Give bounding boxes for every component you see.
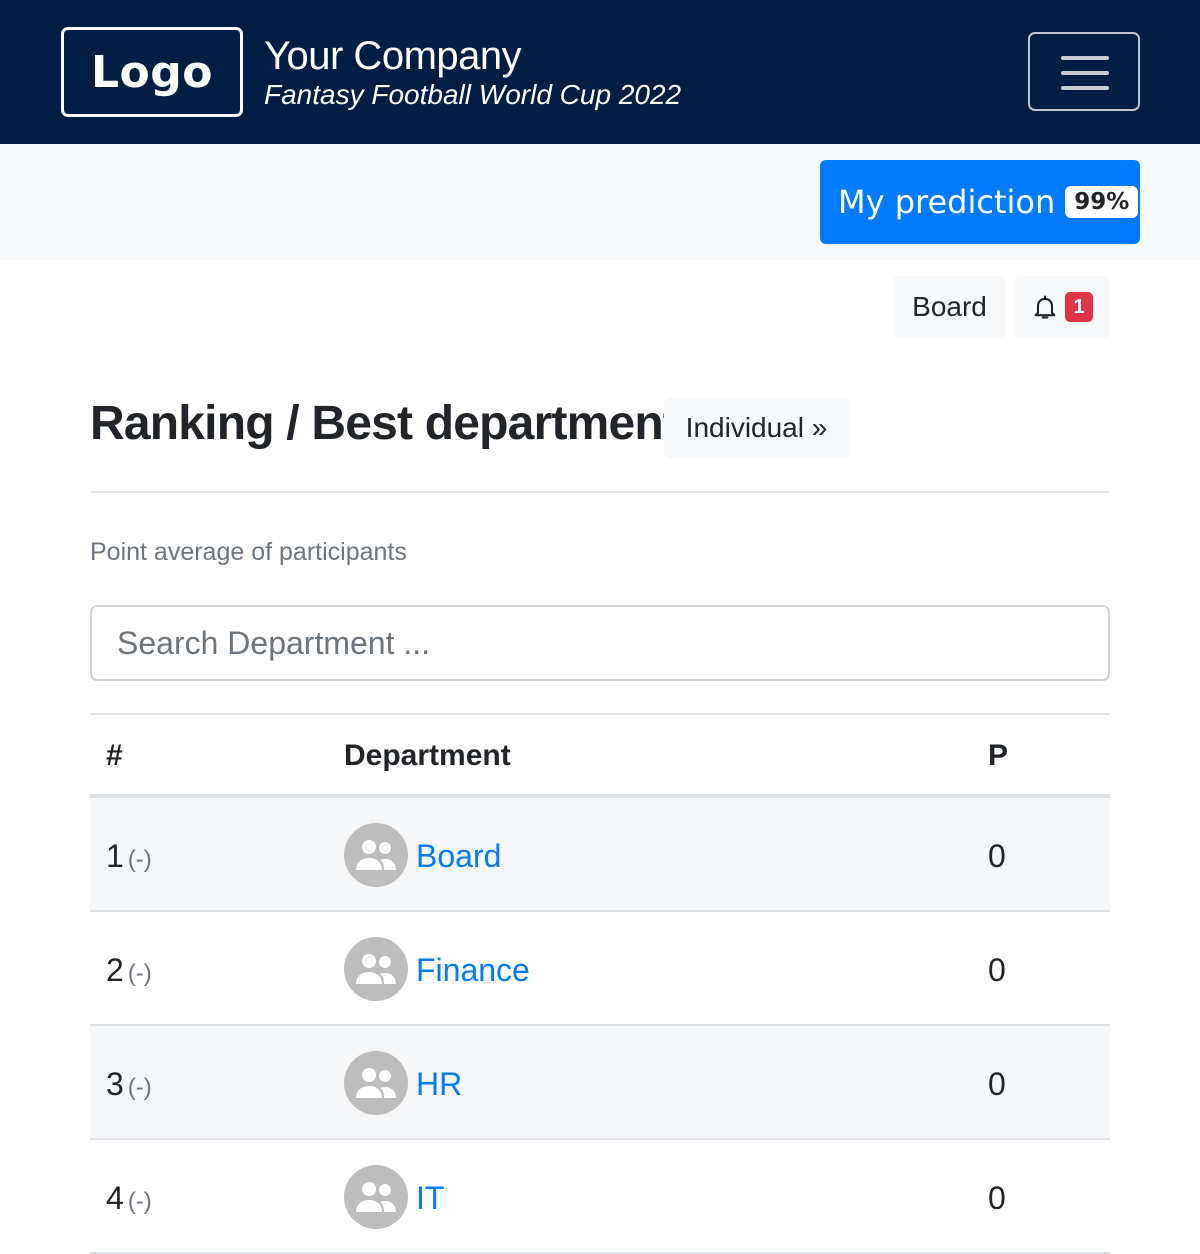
table-row: 1 (-) Board 0 [90, 798, 1110, 912]
page-title: Ranking / Best department [90, 397, 679, 450]
table-row: 4 (-) IT 0 [90, 1140, 1110, 1254]
department-avatar [344, 1051, 408, 1115]
points-cell: 0 [988, 1180, 1006, 1216]
rank-change: (-) [127, 846, 152, 873]
points-cell: 0 [988, 952, 1006, 988]
header-rank[interactable]: # [106, 739, 123, 773]
points-cell: 0 [988, 1066, 1006, 1102]
rank-change: (-) [127, 1188, 152, 1215]
search-department-input[interactable] [90, 605, 1110, 681]
group-icon [356, 840, 396, 870]
header-department[interactable]: Department [344, 739, 511, 773]
department-link[interactable]: HR [416, 1066, 462, 1103]
logo[interactable]: Logo [61, 27, 243, 117]
rank-cell: 3 (-) [106, 1066, 152, 1103]
group-icon [356, 954, 396, 984]
department-link[interactable]: IT [416, 1180, 444, 1217]
header-points[interactable]: P [988, 739, 1008, 773]
notifications-button[interactable]: 1 [1014, 276, 1110, 338]
rank-cell: 1 (-) [106, 838, 152, 875]
department-avatar [344, 823, 408, 887]
department-link[interactable]: Finance [416, 952, 530, 989]
page-description: Point average of participants [90, 538, 407, 566]
app-subtitle: Fantasy Football World Cup 2022 [264, 79, 682, 110]
bell-icon [1034, 295, 1056, 319]
group-icon [356, 1182, 396, 1212]
brand: Your Company Fantasy Football World Cup … [264, 34, 681, 112]
navbar: Logo Your Company Fantasy Football World… [0, 0, 1200, 144]
table-row: 2 (-) Finance 0 [90, 912, 1110, 1026]
menu-toggle-button[interactable] [1028, 32, 1140, 111]
group-icon [356, 1068, 396, 1098]
rank-change: (-) [127, 960, 152, 987]
rank-number: 2 [106, 952, 124, 988]
rank-cell: 4 (-) [106, 1180, 152, 1217]
individual-ranking-button[interactable]: Individual » [664, 397, 849, 459]
my-prediction-label: My prediction [838, 183, 1056, 221]
rank-cell: 2 (-) [106, 952, 152, 989]
department-avatar [344, 1165, 408, 1229]
board-button[interactable]: Board [893, 276, 1006, 338]
divider [90, 491, 1110, 493]
prediction-progress-badge: 99% [1065, 186, 1139, 218]
company-name: Your Company [264, 34, 522, 78]
rank-number: 3 [106, 1066, 124, 1102]
table-header: # Department P [90, 713, 1110, 798]
table-row: 3 (-) HR 0 [90, 1026, 1110, 1140]
points-cell: 0 [988, 838, 1006, 874]
hamburger-icon [1061, 86, 1109, 90]
department-link[interactable]: Board [416, 838, 501, 875]
department-avatar [344, 937, 408, 1001]
ranking-table: # Department P 1 (-) Board 0 2 (-) Finance… [90, 713, 1110, 1254]
rank-number: 4 [106, 1180, 124, 1216]
rank-number: 1 [106, 838, 124, 874]
my-prediction-button[interactable]: My prediction 99% [820, 160, 1140, 244]
rank-change: (-) [127, 1074, 152, 1101]
sub-toolbar: My prediction 99% [0, 144, 1200, 260]
notification-count-badge: 1 [1065, 292, 1093, 322]
hamburger-icon [1061, 71, 1109, 75]
hamburger-icon [1061, 56, 1109, 60]
